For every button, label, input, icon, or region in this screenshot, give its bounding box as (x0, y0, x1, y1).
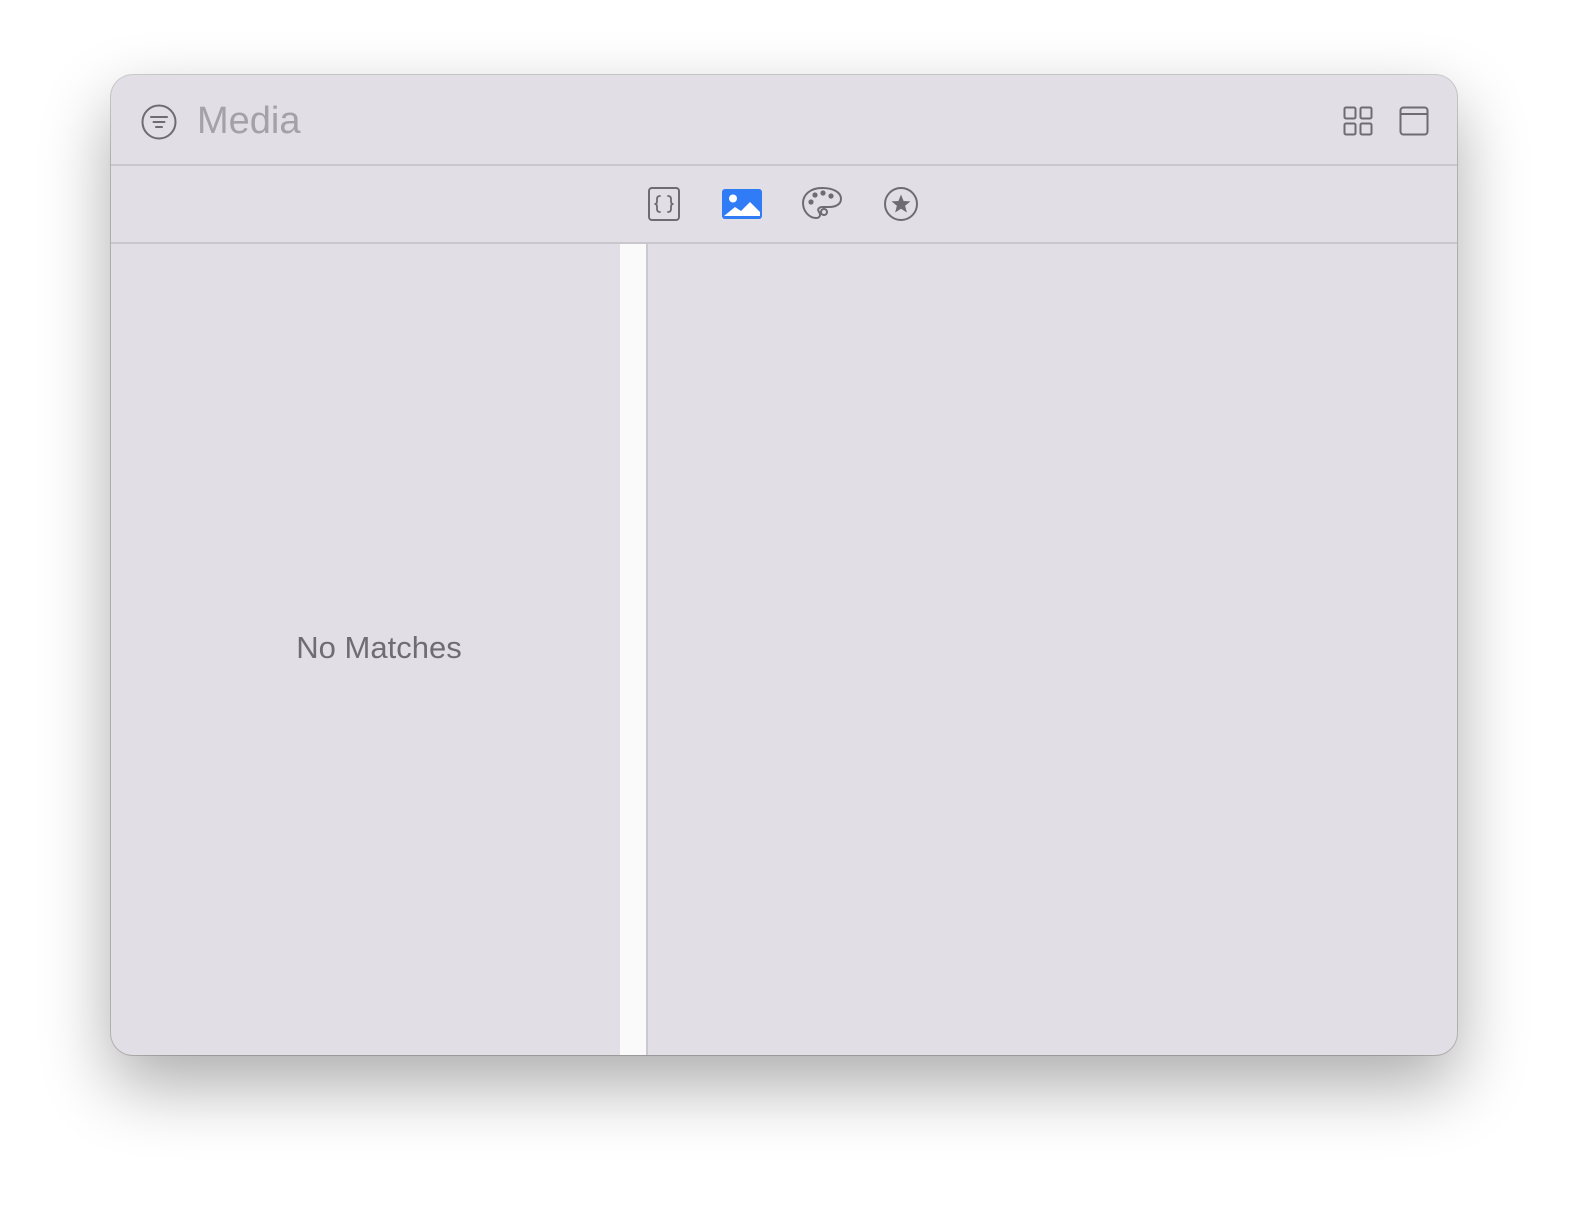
library-tab-bar (111, 166, 1457, 244)
tab-colors[interactable] (801, 185, 843, 223)
curly-braces-icon (648, 187, 680, 221)
star-circle-icon (884, 187, 918, 221)
tab-media[interactable] (721, 185, 763, 223)
library-search-input[interactable] (197, 95, 757, 147)
library-window: No Matches (111, 75, 1457, 1055)
grid-view-icon[interactable] (1343, 106, 1373, 136)
detail-pane (650, 244, 1457, 1055)
split-view-divider[interactable] (620, 244, 648, 1055)
empty-results-label: No Matches (296, 630, 462, 665)
palette-icon (801, 186, 843, 220)
photo-icon (722, 189, 762, 219)
results-list[interactable]: No Matches (111, 244, 620, 1055)
tab-symbols[interactable] (880, 185, 922, 223)
filter-icon[interactable] (141, 104, 177, 140)
tab-code-snippets[interactable] (643, 185, 685, 223)
library-header (111, 75, 1457, 166)
window-icon[interactable] (1399, 106, 1429, 136)
